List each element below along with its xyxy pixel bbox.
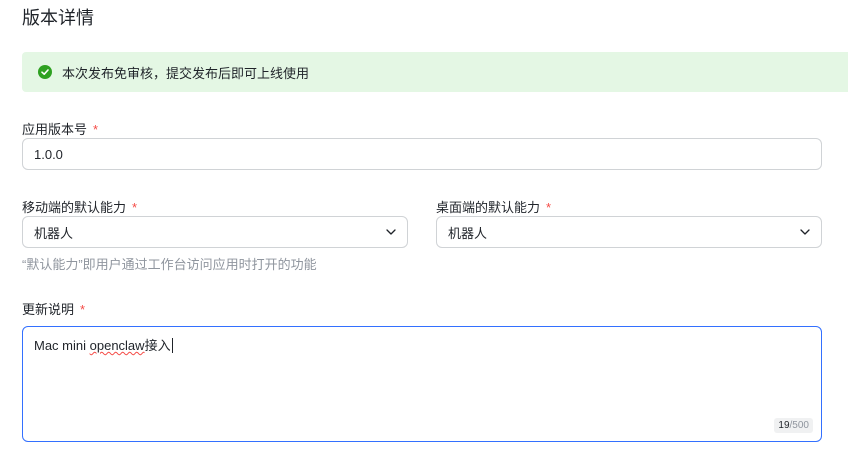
desktop-default-label: 桌面端的默认能力 * (436, 197, 551, 216)
required-mark: * (80, 302, 86, 317)
desktop-default-select[interactable]: 机器人 (436, 216, 822, 248)
required-mark: * (546, 200, 552, 215)
check-circle-icon (38, 65, 52, 79)
version-label: 应用版本号 * (22, 119, 98, 138)
mobile-default-select[interactable]: 机器人 (22, 216, 408, 248)
chevron-down-icon (385, 226, 397, 241)
chevron-down-icon (799, 226, 811, 241)
release-notes-value: Mac mini openclaw接入 (34, 335, 173, 354)
release-notes-text-suffix: 接入 (144, 338, 171, 353)
version-label-text: 应用版本号 (22, 122, 88, 137)
text-caret (171, 338, 173, 353)
char-max: /500 (789, 420, 809, 431)
default-capability-hint: “默认能力”即用户通过工作台访问应用时打开的功能 (22, 257, 317, 272)
page-title: 版本详情 (22, 8, 94, 28)
version-input[interactable]: 1.0.0 (22, 138, 822, 170)
required-mark: * (93, 122, 99, 137)
char-count: 19 (778, 420, 790, 431)
release-notes-text-prefix: Mac mini (34, 338, 90, 353)
version-value: 1.0.0 (34, 146, 63, 162)
desktop-default-label-text: 桌面端的默认能力 (436, 200, 541, 215)
mobile-default-value: 机器人 (34, 225, 74, 241)
release-notes-label-text: 更新说明 (22, 302, 75, 317)
required-mark: * (132, 200, 138, 215)
mobile-default-label-text: 移动端的默认能力 (22, 200, 127, 215)
release-notes-label: 更新说明 * (22, 299, 85, 318)
notice-text: 本次发布免审核，提交发布后即可上线使用 (62, 65, 310, 81)
release-notes-text-misspelled: openclaw (89, 338, 145, 353)
desktop-default-value: 机器人 (448, 225, 488, 241)
notice-banner: 本次发布免审核，提交发布后即可上线使用 (22, 52, 848, 92)
char-counter: 19/500 (774, 418, 813, 433)
mobile-default-label: 移动端的默认能力 * (22, 197, 137, 216)
release-notes-textarea[interactable]: Mac mini openclaw接入 19/500 (22, 326, 822, 442)
